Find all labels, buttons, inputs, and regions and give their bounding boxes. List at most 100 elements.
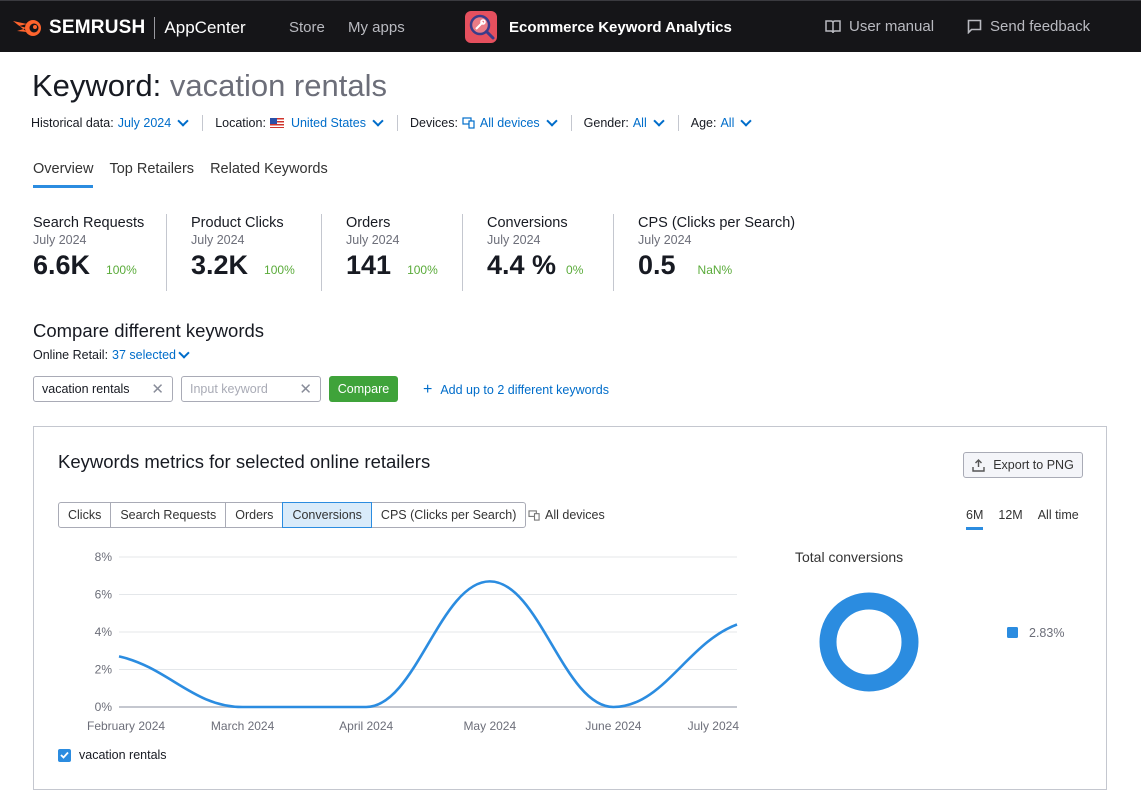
- top-navigation-bar: SEMRUSH AppCenter Store My apps Ecommerc…: [0, 0, 1141, 52]
- clear-icon[interactable]: ✕: [151, 380, 164, 398]
- location-label: Location:: [215, 116, 266, 130]
- stat-divider: [321, 214, 322, 291]
- export-png-button[interactable]: Export to PNG: [963, 452, 1083, 478]
- card-title: Keywords metrics for selected online ret…: [58, 451, 431, 472]
- metric-tab-search-requests[interactable]: Search Requests: [110, 502, 227, 528]
- gender-filter[interactable]: Gender: All: [583, 115, 666, 130]
- stat-date: July 2024: [638, 233, 692, 247]
- magnifier-key-icon: [469, 14, 495, 40]
- x-tick-label: July 2024: [688, 719, 740, 733]
- x-tick-label: May 2024: [463, 719, 516, 733]
- y-tick-label: 2%: [95, 663, 113, 677]
- stat-delta: 100%: [407, 263, 438, 277]
- user-manual-label: User manual: [849, 18, 935, 35]
- series-toggle[interactable]: vacation rentals: [58, 748, 167, 762]
- clear-icon[interactable]: ✕: [299, 380, 312, 398]
- x-tick-label: June 2024: [585, 719, 641, 733]
- user-manual-link[interactable]: User manual: [825, 18, 934, 35]
- page-title-prefix: Keyword:: [32, 68, 162, 103]
- metric-tab-cps[interactable]: CPS (Clicks per Search): [370, 502, 527, 528]
- series-line[interactable]: [118, 580, 738, 709]
- checkbox-checked-icon[interactable]: [58, 748, 71, 762]
- online-retail-label: Online Retail:: [33, 348, 109, 362]
- nav-my-apps[interactable]: My apps: [348, 19, 405, 36]
- y-tick-label: 6%: [95, 588, 113, 602]
- stat-divider: [166, 214, 167, 291]
- compare-button[interactable]: Compare: [329, 376, 398, 402]
- series-toggle-label: vacation rentals: [79, 748, 167, 762]
- range-6m[interactable]: 6M: [966, 508, 984, 530]
- keyword-input-2[interactable]: Input keyword ✕: [181, 376, 321, 402]
- stat-delta: NaN%: [697, 263, 733, 277]
- y-tick-label: 4%: [95, 625, 113, 639]
- stat-label: Product Clicks: [191, 215, 284, 231]
- stat-delta: 100%: [264, 263, 295, 277]
- filter-divider: [677, 115, 679, 131]
- stat-orders: Orders July 2024 141 100%: [346, 215, 438, 291]
- donut-title: Total conversions: [795, 549, 904, 565]
- filter-divider: [570, 115, 572, 131]
- keyword-input-1[interactable]: vacation rentals ✕: [33, 376, 173, 402]
- conversions-line-chart: 0% 2% 4% 6% 8% February 2024 March 2024 April 2…: [87, 550, 740, 733]
- brand-name: SEMRUSH: [49, 17, 146, 38]
- metric-selector: Clicks Search Requests Orders Conversion…: [58, 502, 527, 528]
- chevron-down-icon: [546, 115, 558, 127]
- chevron-down-icon: [372, 115, 384, 127]
- add-keywords-link[interactable]: + Add up to 2 different keywords: [423, 381, 609, 399]
- stat-label: Orders: [346, 215, 391, 231]
- stat-label: CPS (Clicks per Search): [638, 215, 796, 231]
- online-retail-filter[interactable]: Online Retail: 37 selected: [33, 347, 191, 362]
- us-flag-icon: [269, 118, 284, 128]
- send-feedback-label: Send feedback: [990, 18, 1091, 35]
- stat-date: July 2024: [33, 233, 87, 247]
- filters-bar: Historical data: July 2024 Location: Uni…: [31, 115, 753, 131]
- stat-value: 0.5: [638, 250, 676, 280]
- gender-label: Gender:: [583, 116, 629, 130]
- stat-value: 141: [346, 250, 392, 280]
- historical-data-label: Historical data:: [31, 116, 114, 130]
- location-filter[interactable]: Location: United States: [215, 115, 385, 130]
- app-icon: [465, 11, 497, 43]
- stat-value: 4.4 %: [487, 250, 557, 280]
- filter-divider: [202, 115, 204, 131]
- tab-overview[interactable]: Overview: [33, 161, 94, 188]
- y-tick-label: 8%: [95, 550, 113, 564]
- export-png-label: Export to PNG: [993, 458, 1074, 472]
- donut-slice[interactable]: [819, 592, 919, 692]
- stat-cps: CPS (Clicks per Search) July 2024 0.5 NaN…: [638, 215, 795, 291]
- x-tick-label: February 2024: [87, 719, 165, 733]
- stat-delta: 0%: [566, 263, 584, 277]
- main-tabs: Overview Top Retailers Related Keywords: [33, 161, 328, 188]
- range-12m[interactable]: 12M: [998, 508, 1022, 529]
- semrush-flame-icon: [13, 20, 41, 36]
- stat-value: 3.2K: [191, 250, 249, 280]
- app-title: Ecommerce Keyword Analytics: [509, 19, 732, 36]
- devices-label: Devices:: [409, 116, 458, 130]
- chevron-down-icon: [177, 115, 189, 127]
- metric-tab-orders[interactable]: Orders: [225, 502, 284, 528]
- tab-top-retailers[interactable]: Top Retailers: [109, 161, 194, 186]
- stat-divider: [613, 214, 614, 291]
- stat-conversions: Conversions July 2024 4.4 % 0%: [487, 215, 583, 291]
- nav-store[interactable]: Store: [289, 19, 325, 36]
- stat-label: Conversions: [487, 215, 568, 231]
- stat-label: Search Requests: [33, 215, 145, 231]
- age-value: All: [720, 116, 735, 130]
- legend-swatch: [1007, 627, 1018, 638]
- historical-data-value: July 2024: [117, 116, 172, 130]
- stat-date: July 2024: [346, 233, 400, 247]
- devices-filter[interactable]: Devices: All devices: [409, 115, 559, 130]
- legend-label: 2.83%: [1029, 626, 1064, 640]
- range-all-time[interactable]: All time: [1038, 508, 1079, 529]
- age-label: Age:: [690, 116, 717, 130]
- semrush-logo[interactable]: SEMRUSH AppCenter: [13, 17, 246, 39]
- chart-devices-label: All devices: [528, 508, 605, 522]
- send-feedback-link[interactable]: Send feedback: [967, 18, 1090, 35]
- tab-related-keywords[interactable]: Related Keywords: [210, 161, 328, 186]
- age-filter[interactable]: Age: All: [690, 115, 754, 130]
- metric-tab-clicks[interactable]: Clicks: [58, 502, 112, 528]
- metric-tab-conversions[interactable]: Conversions: [282, 502, 372, 528]
- stat-divider: [462, 214, 463, 291]
- historical-data-filter[interactable]: Historical data: July 2024: [31, 115, 190, 130]
- compare-section-title: Compare different keywords: [33, 320, 265, 341]
